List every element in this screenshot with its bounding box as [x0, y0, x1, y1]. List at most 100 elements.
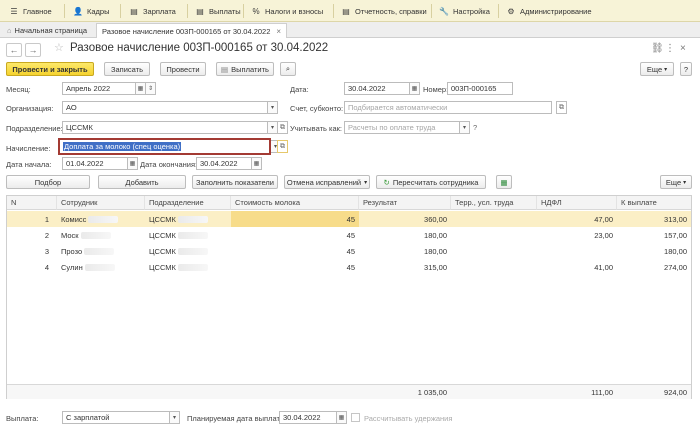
- spin-icon[interactable]: ⇕: [146, 82, 156, 95]
- menu-item-salary[interactable]: ▤ Зарплата: [124, 0, 181, 22]
- menu-icon: ☰: [10, 6, 18, 16]
- fill-indicators-button[interactable]: Заполнить показатели: [192, 175, 278, 189]
- menu-divider: [431, 4, 432, 18]
- end-date-field[interactable]: 30.04.2022: [196, 157, 252, 170]
- chevron-down-icon[interactable]: ▾: [268, 101, 278, 114]
- department-cell: ЦССМК: [145, 227, 231, 243]
- total-ndfl: 111,00: [591, 388, 613, 397]
- chevron-down-icon[interactable]: ▾: [170, 411, 180, 424]
- page-title: Разовое начисление 003П-000165 от 30.04.…: [70, 42, 329, 54]
- end-date-label: Дата окончания:: [140, 160, 198, 169]
- start-date-field[interactable]: 01.04.2022: [62, 157, 128, 170]
- row-number: 2: [44, 230, 49, 240]
- withhold-checkbox[interactable]: [351, 413, 360, 422]
- open-icon[interactable]: ⧉: [556, 101, 567, 114]
- close-icon[interactable]: ×: [276, 27, 281, 36]
- pay-button[interactable]: ▤ Выплатить: [216, 62, 274, 76]
- menu-divider: [498, 4, 499, 18]
- menu-item-payments[interactable]: ▤ Выплаты: [190, 0, 246, 22]
- menu-item-admin[interactable]: ⚙ Администрирование: [501, 0, 597, 22]
- table-more-button[interactable]: Еще ▾: [660, 175, 692, 189]
- organization-field[interactable]: АО: [62, 101, 268, 114]
- table-row[interactable]: 1 Комисс ЦССМК 45 360,00 47,00 313,00: [7, 211, 691, 227]
- menu-item-label: Администрирование: [520, 6, 592, 16]
- column-header[interactable]: Результат: [359, 196, 451, 210]
- accruals-table: N Сотрудник Подразделение Стоимость моло…: [6, 195, 692, 399]
- back-button[interactable]: ←: [6, 43, 22, 57]
- post-and-close-button[interactable]: Провести и закрыть: [6, 62, 94, 76]
- account-field[interactable]: Подбирается автоматически: [344, 101, 552, 114]
- payout-cell: 313,00: [664, 214, 687, 224]
- pay-button-label: Выплатить: [231, 64, 269, 74]
- planned-date-field[interactable]: 30.04.2022: [279, 411, 337, 424]
- redacted-mark: [177, 247, 208, 255]
- milk-cost-cell[interactable]: 45: [231, 227, 359, 243]
- select-button[interactable]: Подбор: [6, 175, 90, 189]
- column-header[interactable]: Сотрудник: [57, 196, 145, 210]
- result-cell: 180,00: [424, 230, 447, 240]
- column-header[interactable]: К выплате: [617, 196, 691, 210]
- column-header[interactable]: Терр., усл. труда: [451, 196, 537, 210]
- open-icon[interactable]: ⧉: [277, 121, 288, 134]
- calendar-icon[interactable]: ▦: [252, 157, 262, 170]
- ndfl-cell: 23,00: [594, 230, 613, 240]
- calendar-icon[interactable]: ▦: [337, 411, 347, 424]
- column-header[interactable]: Подразделение: [145, 196, 231, 210]
- personnel-icon: 👤: [73, 6, 83, 16]
- milk-cost-cell[interactable]: 45: [231, 259, 359, 275]
- department-field[interactable]: ЦССМК: [62, 121, 268, 134]
- column-header[interactable]: Стоимость молока: [231, 196, 359, 210]
- menu-item-settings[interactable]: 🔧 Настройка: [434, 0, 495, 22]
- more-button[interactable]: Еще ▾: [640, 62, 674, 76]
- payout-cell: 180,00: [664, 246, 687, 256]
- table-row[interactable]: 4 Сулин ЦССМК 45 315,00 41,00 274,00: [7, 259, 691, 275]
- number-field[interactable]: 003П-000165: [447, 82, 513, 95]
- milk-cost-cell[interactable]: 45: [231, 211, 359, 227]
- menu-item-label: Отчетность, справки: [355, 6, 427, 16]
- chevron-down-icon[interactable]: ▾: [460, 121, 470, 134]
- column-header[interactable]: N: [7, 196, 57, 210]
- help-button[interactable]: ?: [680, 62, 692, 76]
- ndfl-cell: 47,00: [594, 214, 613, 224]
- menu-item-taxes[interactable]: % Налоги и взносы: [246, 0, 328, 22]
- add-button[interactable]: Добавить: [98, 175, 186, 189]
- date-field[interactable]: 30.04.2022: [344, 82, 410, 95]
- menu-divider: [120, 4, 121, 18]
- column-header[interactable]: НДФЛ: [537, 196, 617, 210]
- attach-button[interactable]: ⌕: [280, 62, 296, 76]
- link-icon[interactable]: ⛓: [651, 43, 664, 54]
- department-cell: ЦССМК: [145, 211, 231, 227]
- open-icon[interactable]: ⧉: [277, 140, 288, 153]
- help-icon[interactable]: ?: [473, 123, 477, 132]
- tab-home[interactable]: ⌂ Начальная страница: [2, 23, 92, 38]
- spreadsheet-icon: ▦: [500, 177, 508, 187]
- calendar-icon[interactable]: ▦: [128, 157, 138, 170]
- close-icon[interactable]: ×: [680, 43, 686, 54]
- excel-button[interactable]: ▦: [496, 175, 512, 189]
- recalculate-employee-button[interactable]: ↻ Пересчитать сотрудника: [376, 175, 486, 189]
- more-vertical-icon[interactable]: ⋮: [665, 43, 675, 54]
- menu-item-main[interactable]: ☰ Главное: [4, 0, 57, 22]
- accrual-field[interactable]: Доплата за молоко (спец оценка): [58, 138, 271, 155]
- forward-button[interactable]: →: [25, 43, 41, 57]
- calendar-icon[interactable]: ▦: [410, 82, 420, 95]
- table-row[interactable]: 3 Прозо ЦССМК 45 180,00 180,00: [7, 243, 691, 259]
- post-button[interactable]: Провести: [160, 62, 206, 76]
- menu-divider: [64, 4, 65, 18]
- month-field[interactable]: Апрель 2022: [62, 82, 136, 95]
- consider-as-field[interactable]: Расчеты по оплате труда: [344, 121, 460, 134]
- department-cell: ЦССМК: [145, 243, 231, 259]
- table-row[interactable]: 2 Моск ЦССМК 45 180,00 23,00 157,00: [7, 227, 691, 243]
- favorite-star-icon[interactable]: ☆: [54, 41, 64, 54]
- menu-item-personnel[interactable]: 👤 Кадры: [68, 0, 114, 22]
- payout-field[interactable]: С зарплатой: [62, 411, 170, 424]
- menu-item-reports[interactable]: ▤ Отчетность, справки: [336, 0, 432, 22]
- terr-cell: [451, 211, 537, 227]
- calendar-icon[interactable]: ▦: [136, 82, 146, 95]
- save-button[interactable]: Записать: [104, 62, 150, 76]
- milk-cost-cell[interactable]: 45: [231, 243, 359, 259]
- table-more-label: Еще: [665, 177, 682, 187]
- ndfl-cell: 41,00: [594, 262, 613, 272]
- tab-document[interactable]: Разовое начисление 003П-000165 от 30.04.…: [96, 23, 288, 38]
- cancel-corrections-button[interactable]: Отмена исправлений ▾: [284, 175, 370, 189]
